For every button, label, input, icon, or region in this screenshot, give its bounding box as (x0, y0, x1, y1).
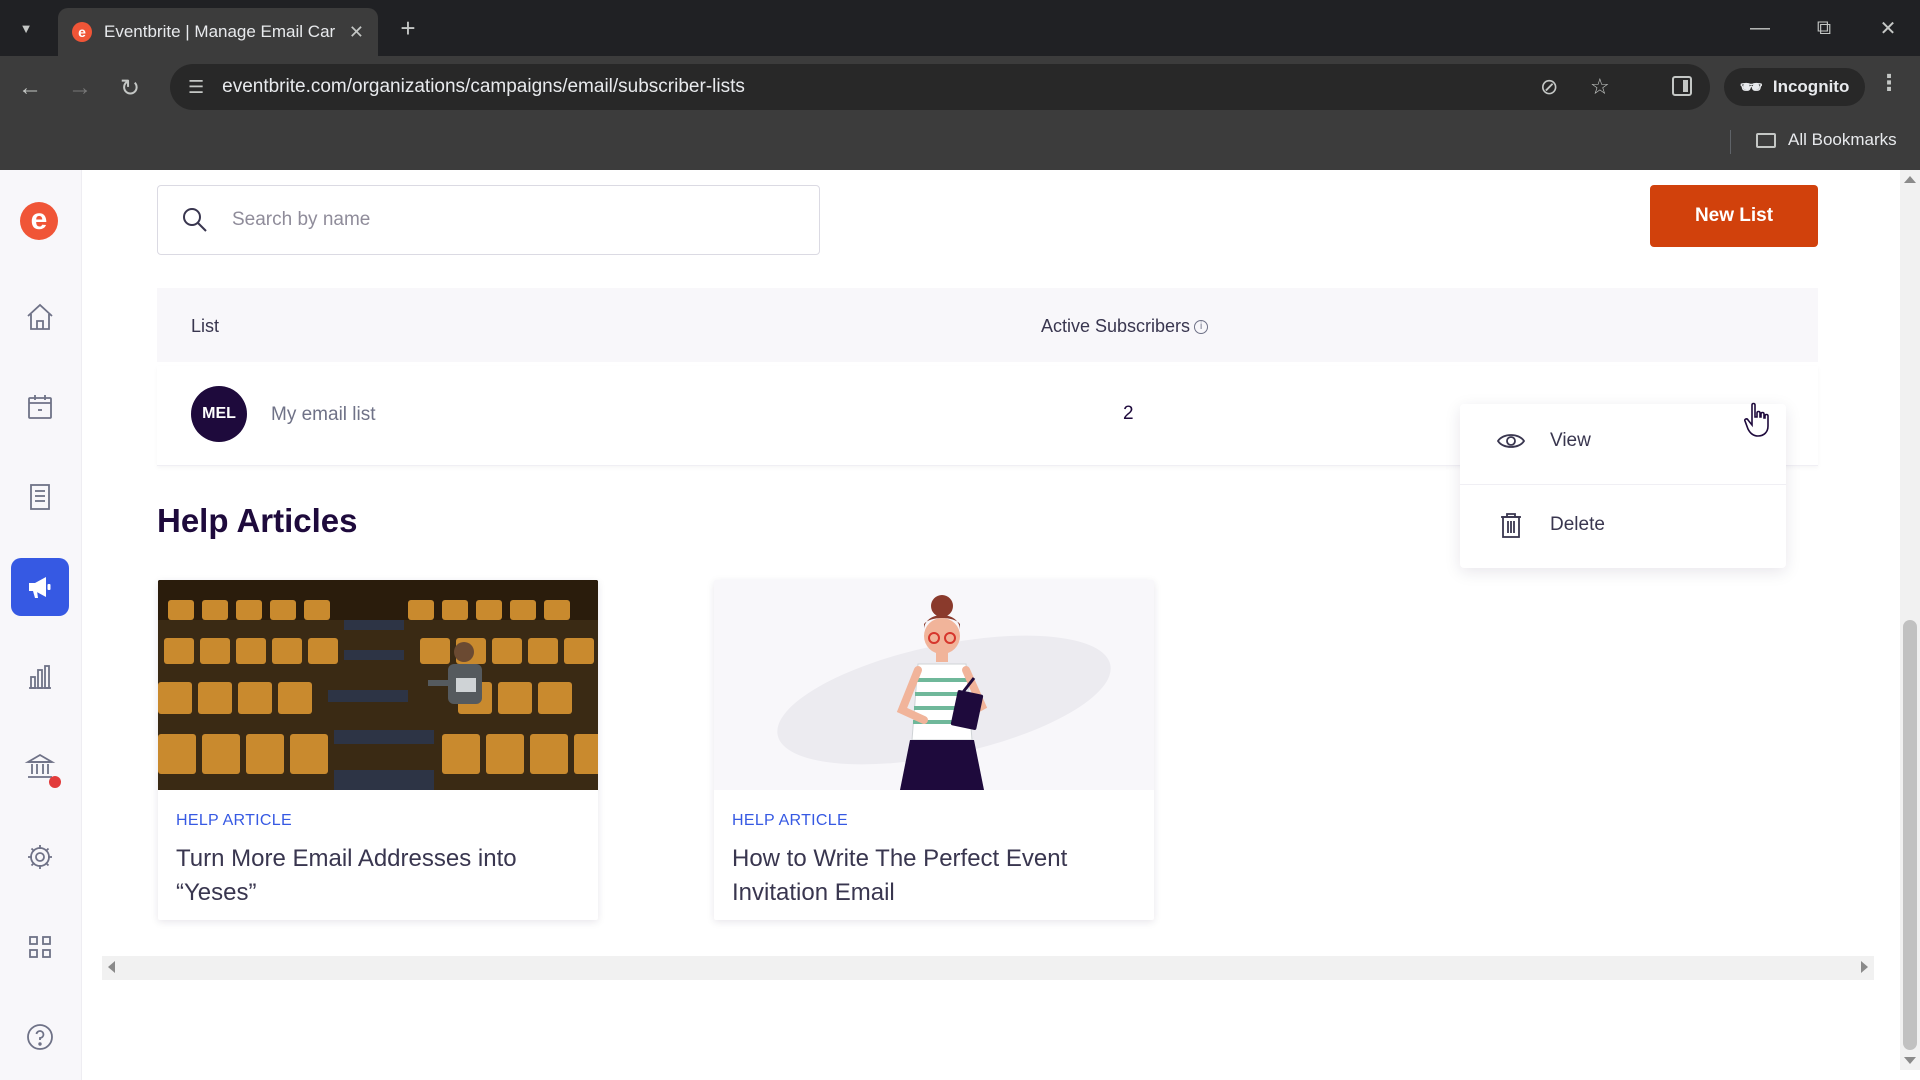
trash-icon (1501, 513, 1521, 538)
column-header-active-label: Active Subscribers (1041, 316, 1191, 336)
minimize-icon[interactable]: — (1738, 8, 1782, 48)
card-title[interactable]: Turn More Email Addresses into “Yeses” (176, 842, 586, 910)
sidebar-item-finance[interactable] (11, 738, 69, 796)
woman-writing-illustration (714, 580, 1154, 790)
side-panel-icon[interactable] (1672, 76, 1692, 96)
scroll-right-arrow-icon[interactable] (1861, 961, 1868, 973)
search-box[interactable] (157, 185, 820, 255)
notification-dot (49, 776, 61, 788)
folder-icon (1756, 132, 1776, 148)
gear-icon (28, 845, 52, 869)
row-actions-menu: View Delete (1460, 404, 1786, 568)
browser-toolbar: ← → ↻ ☰ eventbrite.com/organizations/cam… (0, 56, 1920, 118)
menu-item-delete[interactable]: Delete (1460, 488, 1786, 562)
scroll-left-arrow-icon[interactable] (108, 961, 115, 973)
help-articles-heading: Help Articles (157, 502, 358, 539)
vertical-scroll-thumb[interactable] (1903, 620, 1917, 1050)
table-header: List Active Subscribers i (157, 288, 1818, 362)
auditorium-photo (158, 580, 598, 790)
all-bookmarks-button[interactable]: All Bookmarks (1756, 130, 1897, 150)
all-bookmarks-label: All Bookmarks (1788, 130, 1897, 149)
sidebar-item-orders[interactable] (11, 468, 69, 526)
card-title[interactable]: How to Write The Perfect Event Invitatio… (732, 842, 1142, 910)
column-header-active-subscribers: Active Subscribers i (1041, 316, 1209, 337)
hand-pointer-cursor-icon (1744, 402, 1769, 437)
main-content: New List List Active Subscribers i MEL M… (82, 170, 1900, 1080)
sidebar-item-help[interactable] (11, 1008, 69, 1066)
browser-tab[interactable]: e Eventbrite | Manage Email Car ✕ (58, 8, 378, 56)
menu-item-view-label: View (1550, 430, 1591, 451)
sidebar-item-settings[interactable] (11, 828, 69, 886)
sidebar-item-events[interactable] (11, 378, 69, 436)
new-tab-plus-icon[interactable]: + (390, 12, 426, 44)
tab-close-icon[interactable]: ✕ (349, 22, 364, 43)
incognito-badge[interactable]: 🕶 Incognito (1724, 68, 1866, 106)
column-header-list: List (191, 316, 220, 336)
browser-tab-bar: ▼ e Eventbrite | Manage Email Car ✕ + — … (0, 0, 1920, 56)
sidebar-item-home[interactable] (11, 288, 69, 346)
eye-slash-icon[interactable]: ⊘ (1540, 74, 1558, 100)
bookmarks-divider (1730, 130, 1731, 154)
reload-icon[interactable]: ↻ (112, 70, 148, 106)
bookmark-star-icon[interactable]: ☆ (1590, 74, 1610, 100)
restore-icon[interactable]: ⧉ (1802, 8, 1846, 48)
home-icon (27, 303, 53, 330)
tab-list-chevron-icon[interactable]: ▼ (8, 12, 44, 44)
help-icon (27, 1024, 53, 1050)
list-name[interactable]: My email list (271, 404, 376, 426)
incognito-label: Incognito (1772, 77, 1850, 96)
sidebar-item-apps[interactable] (11, 918, 69, 976)
url-text[interactable]: eventbrite.com/organizations/campaigns/e… (222, 76, 745, 98)
sidebar-item-reports[interactable] (11, 648, 69, 706)
eventbrite-logo[interactable]: e (20, 202, 58, 240)
tab-title: Eventbrite | Manage Email Car (104, 22, 336, 41)
incognito-icon: 🕶 (1740, 76, 1763, 97)
card-kicker: HELP ARTICLE (176, 812, 292, 829)
site-info-icon[interactable]: ☰ (188, 77, 204, 98)
search-icon (183, 208, 207, 232)
menu-divider (1460, 484, 1786, 485)
menu-item-view[interactable]: View (1460, 404, 1786, 478)
megaphone-icon (29, 577, 51, 598)
sidebar-item-marketing[interactable] (11, 558, 69, 616)
close-window-icon[interactable]: ✕ (1866, 8, 1910, 48)
eventbrite-favicon-icon: e (72, 22, 92, 42)
active-subscribers-count: 2 (1123, 403, 1134, 424)
app-sidebar: e (0, 170, 82, 1080)
back-arrow-icon[interactable]: ← (12, 70, 48, 106)
browser-menu-kebab-icon[interactable]: ⋮ (1878, 70, 1900, 96)
bookmarks-bar: All Bookmarks (0, 118, 1920, 170)
apps-grid-icon (29, 936, 51, 958)
address-bar[interactable]: ☰ eventbrite.com/organizations/campaigns… (170, 64, 1710, 110)
vertical-scrollbar[interactable] (1900, 170, 1920, 1070)
scroll-up-arrow-icon[interactable] (1904, 176, 1916, 183)
info-icon[interactable]: i (1194, 319, 1209, 334)
scroll-down-arrow-icon[interactable] (1904, 1057, 1916, 1064)
forward-arrow-icon[interactable]: → (62, 70, 98, 106)
card-kicker: HELP ARTICLE (732, 812, 848, 829)
eye-icon (1496, 434, 1526, 448)
horizontal-scrollbar[interactable] (102, 956, 1874, 980)
list-avatar: MEL (191, 386, 247, 442)
new-list-button[interactable]: New List (1650, 185, 1818, 247)
bar-chart-icon (29, 665, 51, 689)
search-input[interactable] (232, 209, 792, 231)
calendar-icon (28, 395, 52, 419)
orders-icon (30, 484, 50, 510)
help-article-card[interactable]: HELP ARTICLE Turn More Email Addresses i… (158, 580, 598, 920)
help-article-card[interactable]: HELP ARTICLE How to Write The Perfect Ev… (714, 580, 1154, 920)
menu-item-delete-label: Delete (1550, 514, 1605, 535)
